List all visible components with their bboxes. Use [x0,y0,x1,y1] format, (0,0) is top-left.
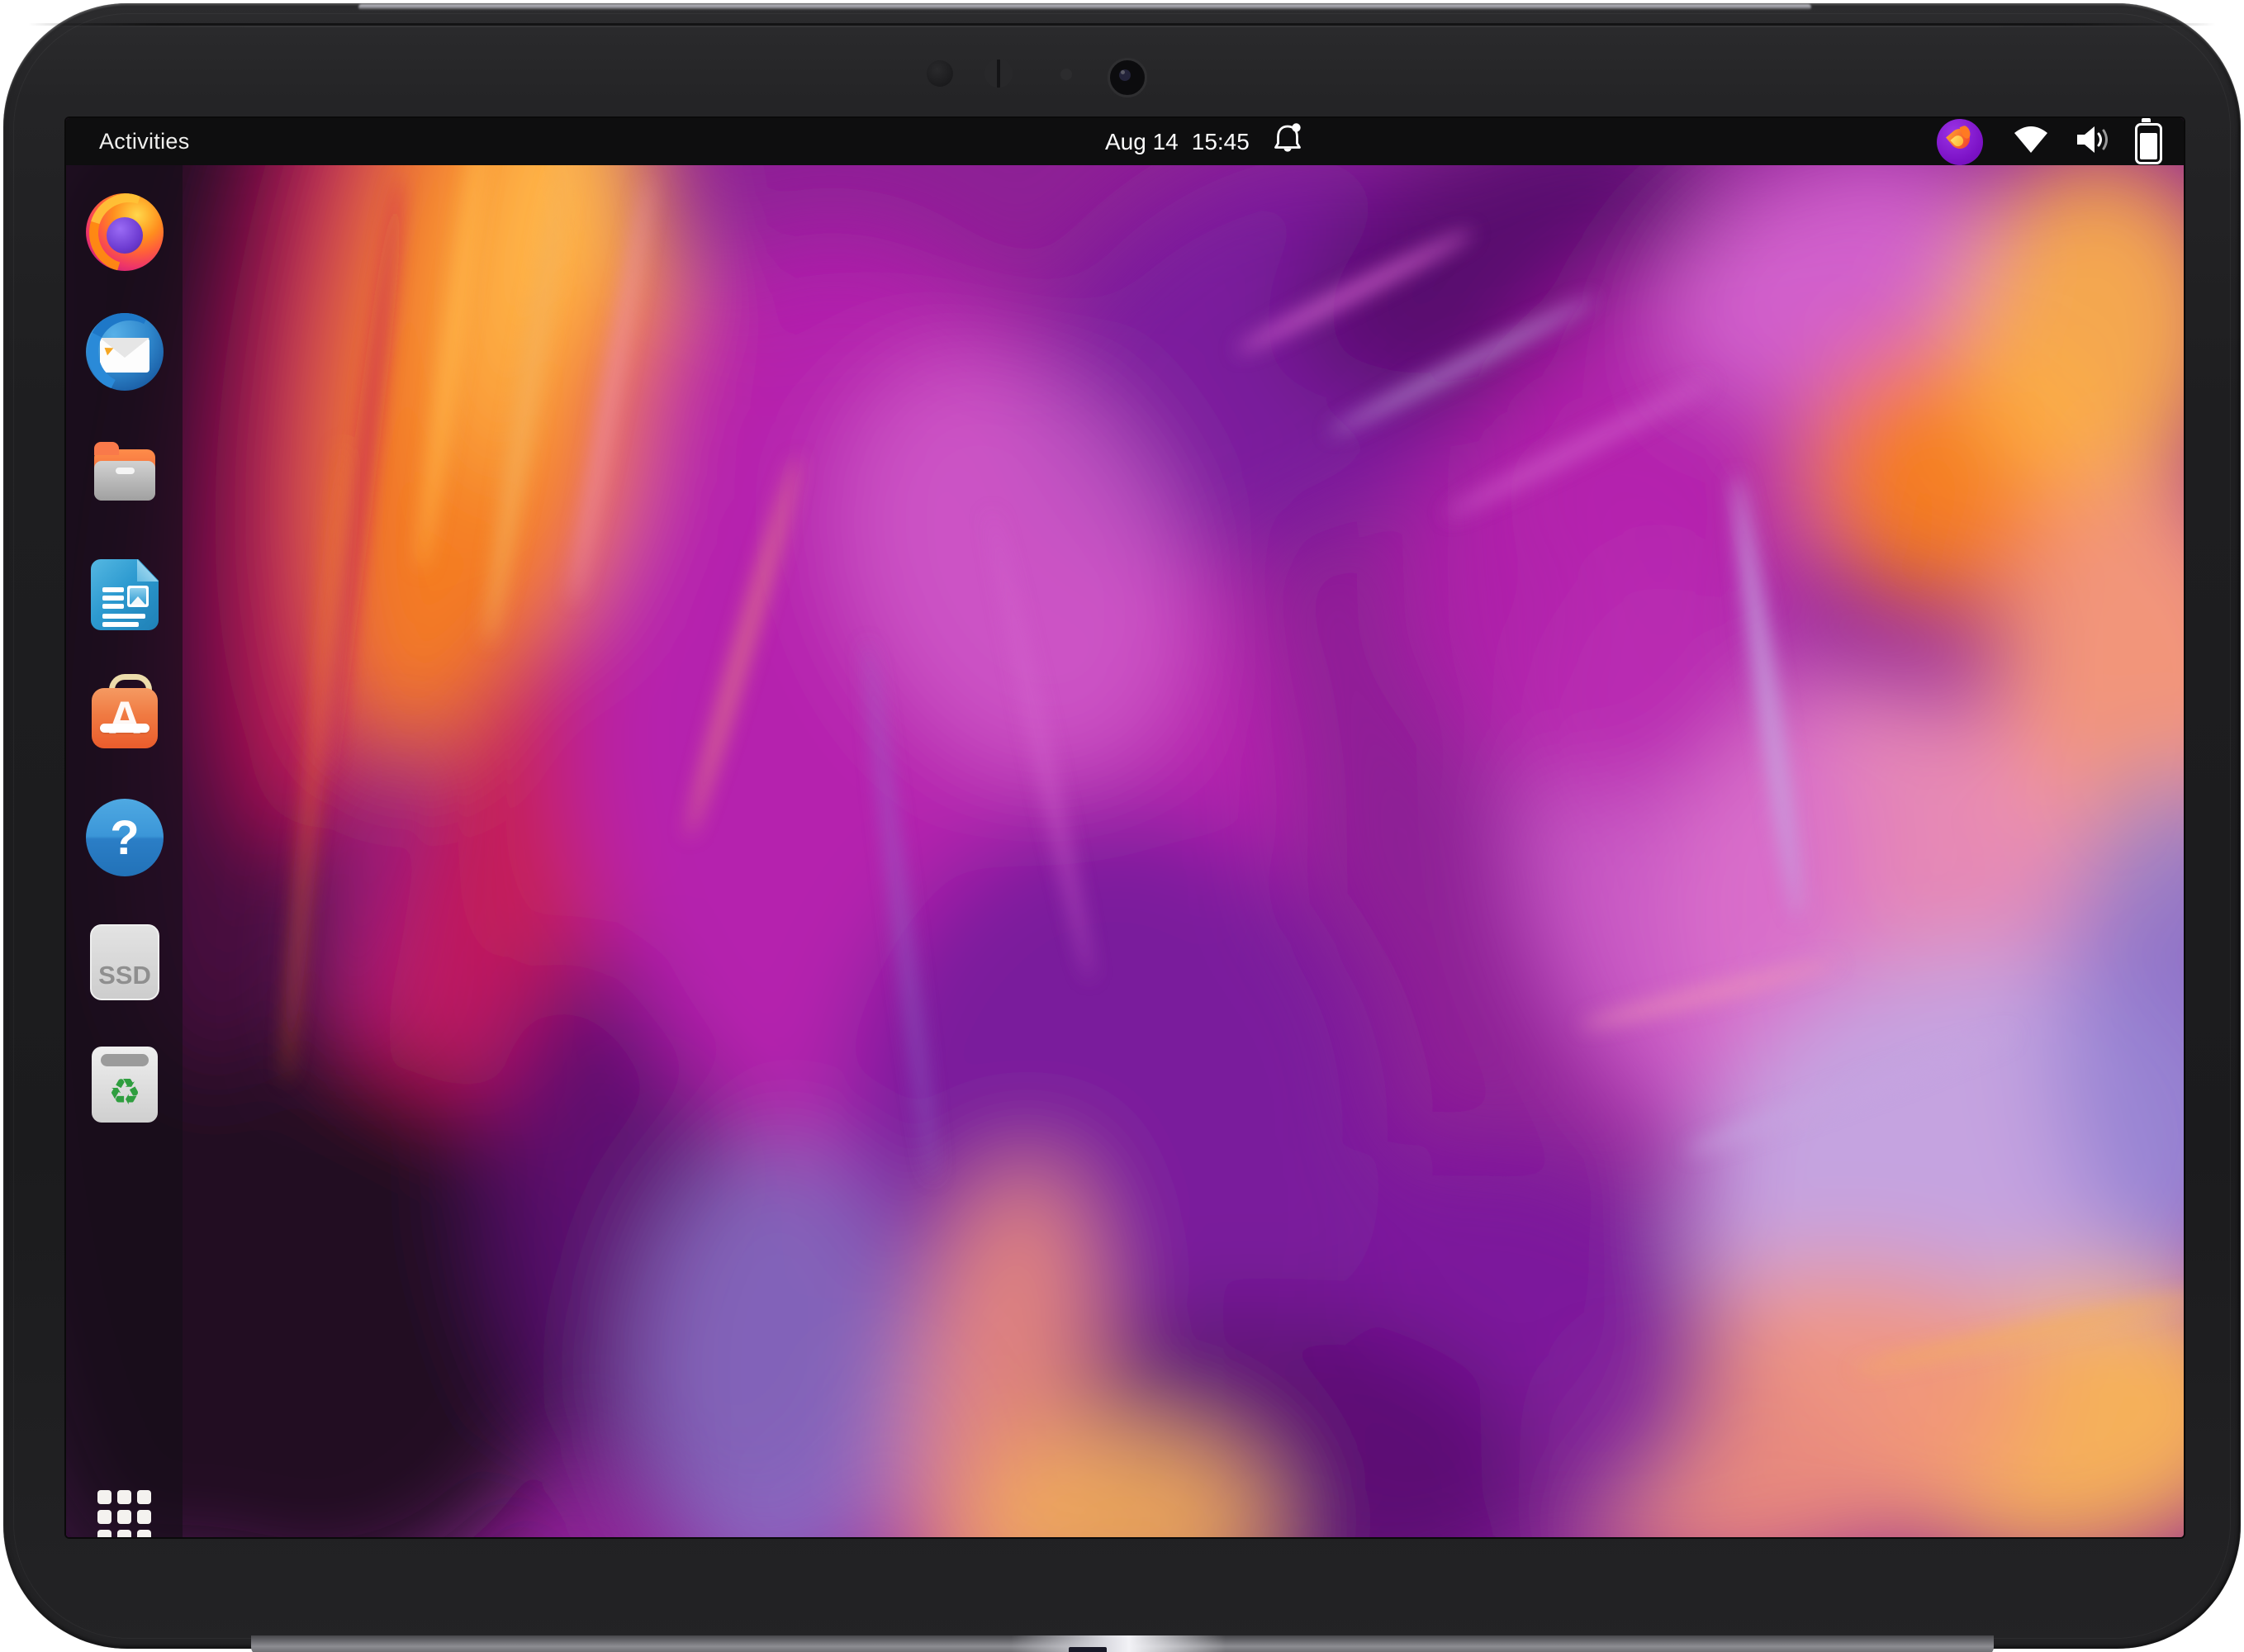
activities-label: Activities [99,129,190,154]
dock: A ? SSD ♻ [66,165,183,1537]
help-glyph: ? [110,810,139,866]
quick-settings-button[interactable] [1937,118,2162,165]
trash-lid [101,1054,149,1066]
activities-button[interactable]: Activities [86,118,203,165]
sensor-pair [984,59,1013,88]
top-bar: Activities Aug 14 15:45 [66,118,2184,165]
software-crossbar [100,724,149,733]
ir-camera [927,60,953,87]
front-camera [1108,58,1147,97]
dock-item-trash[interactable]: ♻ [86,1047,164,1124]
ssd-drive-icon: SSD [90,924,159,1000]
screen: Activities Aug 14 15:45 [66,118,2184,1537]
trash-icon: ♻ [92,1047,158,1123]
wifi-icon [2011,123,2051,160]
clock-date: Aug 14 [1105,129,1179,155]
flame-app-indicator-icon[interactable] [1937,119,1983,165]
dock-item-help[interactable]: ? [86,799,164,876]
thunderbird-icon [86,313,164,391]
software-letter: A [86,691,164,745]
recycle-glyph: ♻ [92,1068,158,1118]
libreoffice-writer-icon [86,556,164,634]
page: Activities Aug 14 15:45 [0,0,2244,1652]
ubuntu-software-icon: A [86,674,164,752]
help-icon: ? [86,799,164,876]
dock-item-ubuntu-software[interactable]: A [86,674,164,752]
dock-item-firefox[interactable] [86,193,164,271]
dock-item-libreoffice-writer[interactable] [86,556,164,634]
clock-time: 15:45 [1192,129,1250,155]
camera-led [1060,69,1072,80]
battery-icon [2135,123,2162,164]
show-applications-button[interactable] [97,1490,152,1537]
dock-item-files[interactable] [86,436,164,514]
bezel-top-highlight [358,4,1811,10]
volume-icon [2074,123,2112,160]
clock-menu-button[interactable]: Aug 14 15:45 [1105,118,1302,165]
notification-bell-icon [1273,121,1302,162]
tablet-bezel: Activities Aug 14 15:45 [3,3,2241,1649]
firefox-icon [86,193,164,271]
ssd-label: SSD [98,961,151,990]
files-folder-icon [86,436,164,514]
bezel-groove [28,23,2216,26]
dock-item-ssd-drive[interactable]: SSD [86,924,164,1002]
dock-item-thunderbird[interactable] [86,313,164,391]
desktop-wallpaper [66,118,2184,1537]
device-bottom-edge [251,1635,1994,1652]
